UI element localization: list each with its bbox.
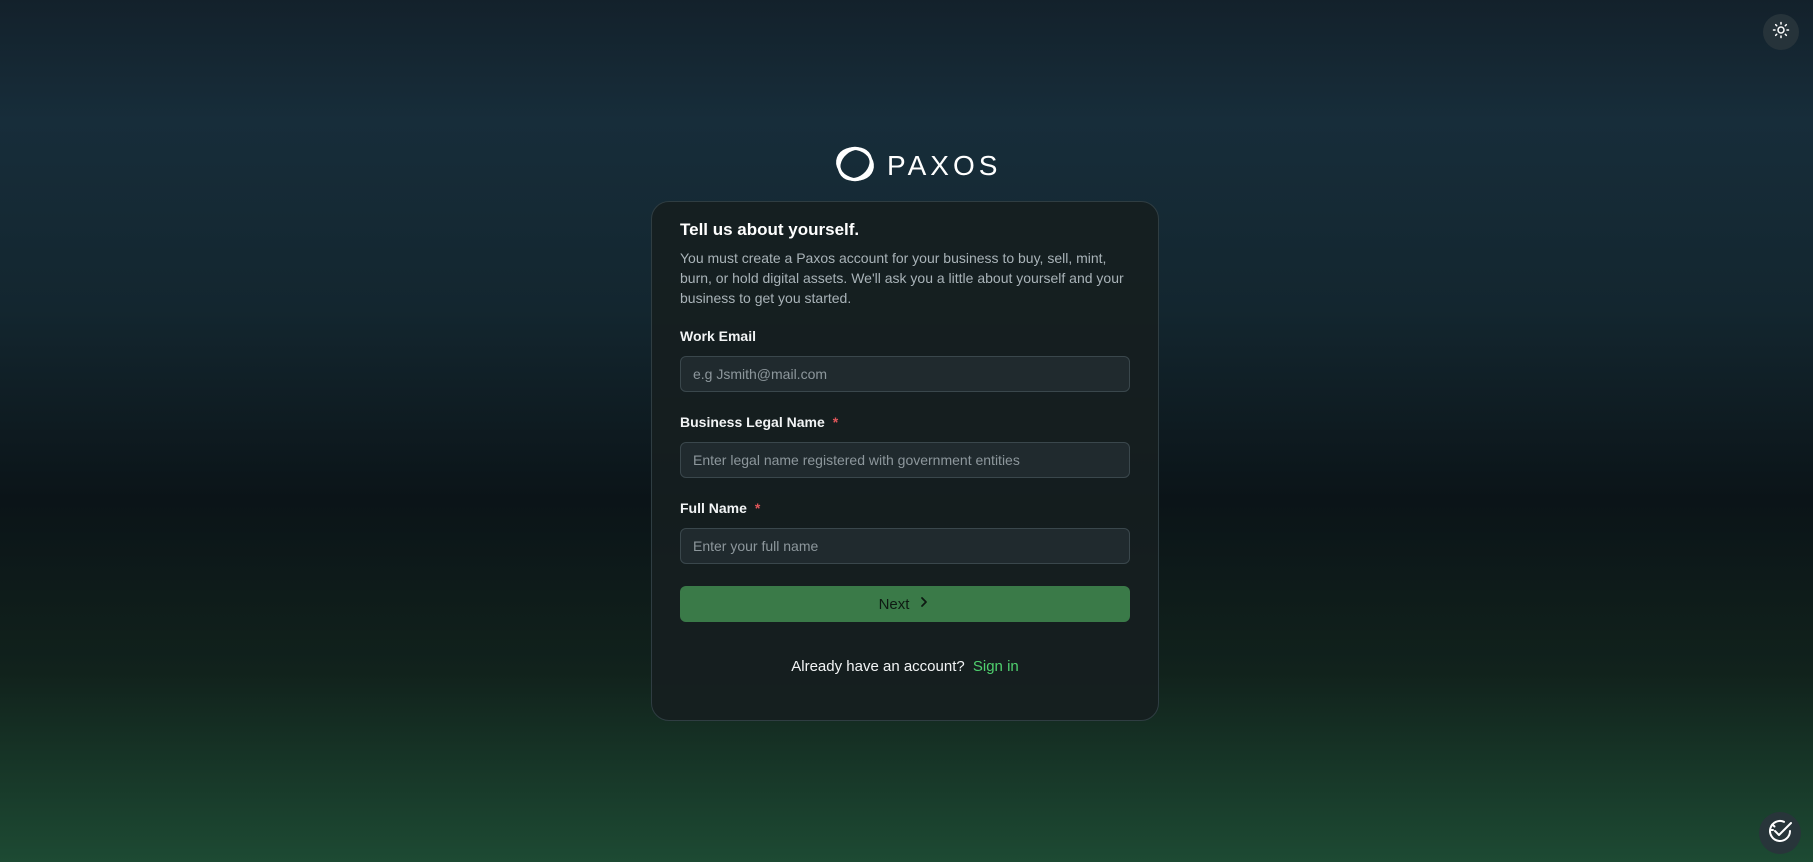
- signin-row: Already have an account? Sign in: [680, 658, 1130, 675]
- required-marker: *: [754, 500, 761, 516]
- help-widget-button[interactable]: [1759, 812, 1801, 854]
- next-button-label: Next: [878, 595, 910, 613]
- checklist-help-icon: [1765, 816, 1795, 851]
- signin-link[interactable]: Sign in: [973, 658, 1019, 675]
- form-title: Tell us about yourself.: [680, 220, 860, 239]
- sun-icon: [1772, 21, 1790, 44]
- full-name-field-group: Full Name *: [680, 500, 1130, 564]
- required-marker: *: [832, 414, 839, 430]
- work-email-input[interactable]: [680, 356, 1130, 392]
- brand-logo: PAXOS: [833, 144, 1001, 188]
- brand-name: PAXOS: [887, 150, 1002, 181]
- business-legal-name-field-group: Business Legal Name *: [680, 414, 1130, 478]
- full-name-label: Full Name *: [680, 500, 1130, 516]
- work-email-field-group: Work Email: [680, 328, 1130, 392]
- business-legal-name-input[interactable]: [680, 442, 1130, 478]
- business-legal-name-label: Business Legal Name *: [680, 414, 1130, 430]
- work-email-label: Work Email: [680, 328, 1130, 344]
- signin-prompt: Already have an account?: [791, 658, 965, 675]
- form-description: You must create a Paxos account for your…: [680, 250, 1124, 306]
- business-legal-name-label-text: Business Legal Name: [680, 414, 825, 430]
- next-button[interactable]: Next: [680, 586, 1130, 622]
- chevron-right-icon: [917, 595, 931, 613]
- theme-toggle-button[interactable]: [1763, 14, 1799, 50]
- signup-card: Tell us about yourself. You must create …: [651, 201, 1159, 721]
- full-name-input[interactable]: [680, 528, 1130, 564]
- work-email-label-text: Work Email: [680, 328, 756, 344]
- full-name-label-text: Full Name: [680, 500, 747, 516]
- paxos-logo-icon: [833, 142, 877, 191]
